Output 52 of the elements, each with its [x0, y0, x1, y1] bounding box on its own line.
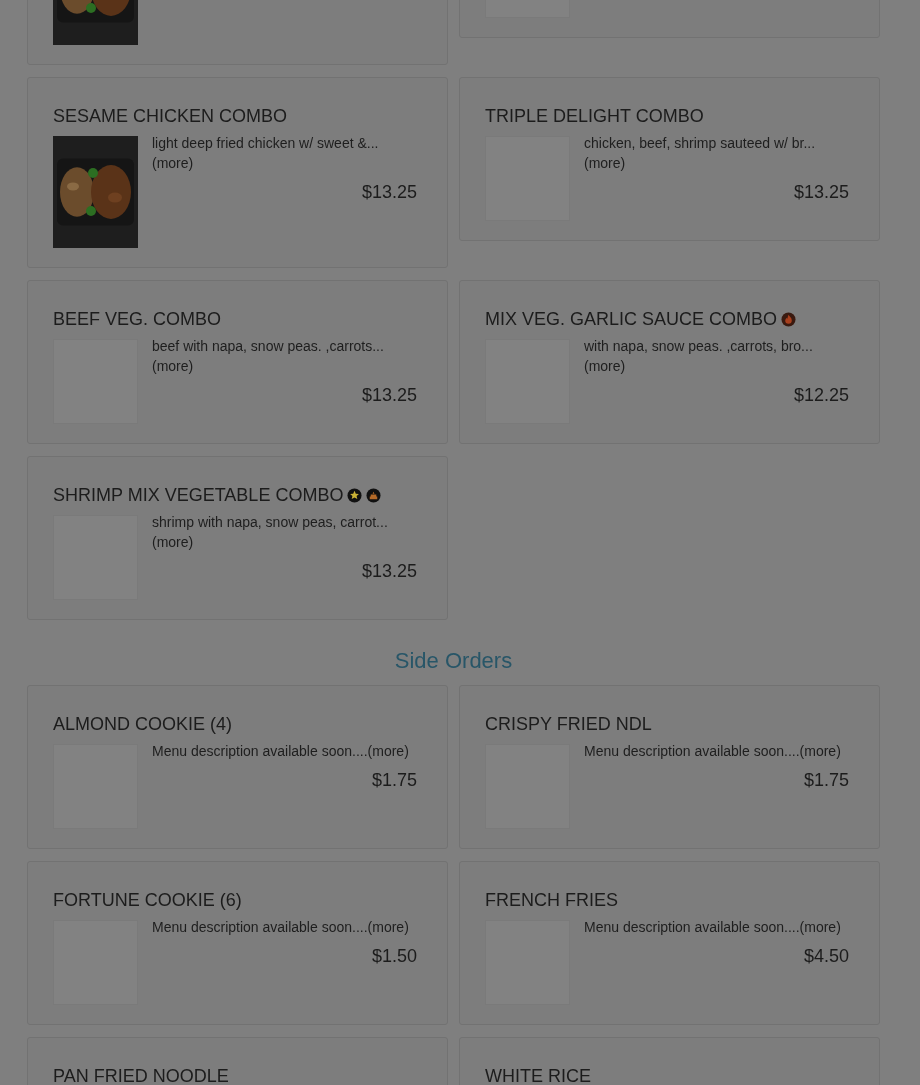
item-name: FRENCH FRIES — [485, 889, 618, 911]
item-description: shrimp with napa, snow peas, carrot... — [152, 514, 388, 530]
item-price: $1.75 — [371, 770, 417, 791]
item-price: $13.25 — [361, 182, 417, 203]
item-price: $4.50 — [803, 946, 849, 967]
item-name: PAN FRIED NOODLE — [53, 1065, 229, 1085]
more-link[interactable]: (more) — [799, 919, 841, 935]
more-link[interactable]: (more) — [152, 356, 194, 376]
more-link[interactable]: (more) — [367, 919, 409, 935]
item-name: FORTUNE COOKIE (6) — [53, 889, 242, 911]
item-name: CRISPY FRIED NDL — [485, 713, 652, 735]
more-link[interactable]: (more) — [799, 743, 841, 759]
item-description: light deep fried chicken w/ sweet &... — [152, 135, 379, 151]
menu-item-card[interactable]: MIX VEG. GARLIC SAUCE COMBO with napa, snow peas. ,carrots, bro... (more) $12.25 — [459, 280, 880, 444]
item-name: SHRIMP MIX VEGETABLE COMBO — [53, 484, 344, 506]
item-price: $13.25 — [361, 561, 417, 582]
item-name: TRIPLE DELIGHT COMBO — [485, 105, 704, 127]
menu-item-card[interactable]: TRIPLE DELIGHT COMBO chicken, beef, shrimp sauteed w/ br... (more) $13.25 — [459, 77, 880, 241]
item-name: SESAME CHICKEN COMBO — [53, 105, 288, 127]
more-link[interactable]: (more) — [152, 153, 194, 173]
menu-item-card[interactable]: ALMOND COOKIE (4) Menu description available soon....(more) $1.75 — [27, 685, 448, 849]
item-description: Menu description available soon.... — [584, 919, 800, 935]
item-price: $1.75 — [803, 770, 849, 791]
menu-item-card[interactable]: PAN FRIED NOODLE — [27, 1037, 448, 1085]
more-link[interactable]: (more) — [152, 532, 194, 552]
menu-item-card[interactable]: SESAME CHICKEN COMBO light deep fried chicken w/ sweet &... (more) $13.25 — [27, 77, 448, 268]
menu-item-card[interactable]: FORTUNE COOKIE (6) Menu description available soon....(more) $1.50 — [27, 861, 448, 1025]
item-description: Menu description available soon.... — [584, 743, 800, 759]
menu-item-card[interactable]: SHRIMP MIX VEGETABLE COMBO shrimp with napa, snow peas, carrot... (more) $13.25 — [27, 456, 448, 620]
more-link[interactable]: (more) — [584, 153, 626, 173]
cake-icon — [366, 487, 382, 503]
menu-item-card[interactable]: BEEF VEG. COMBO beef with napa, snow peas. ,carrots... (more) $13.25 — [27, 280, 448, 444]
item-description: chicken, beef, shrimp sauteed w/ br... — [584, 135, 816, 151]
item-name: MIX VEG. GARLIC SAUCE COMBO — [485, 308, 778, 330]
item-description: beef with napa, snow peas. ,carrots... — [152, 338, 384, 354]
menu-item-card[interactable]: WHITE RICE — [459, 1037, 880, 1085]
item-description: Menu description available soon.... — [152, 919, 368, 935]
item-name: ALMOND COOKIE (4) — [53, 713, 233, 735]
more-link[interactable]: (more) — [367, 743, 409, 759]
flame-icon — [781, 311, 797, 327]
item-price: $13.25 — [793, 182, 849, 203]
menu-item-card[interactable]: FRENCH FRIES Menu description available soon....(more) $4.50 — [459, 861, 880, 1025]
item-price: $1.50 — [371, 946, 417, 967]
section-title: Side Orders — [393, 648, 514, 674]
menu-item-card[interactable]: CRISPY FRIED NDL Menu description available soon....(more) $1.75 — [459, 685, 880, 849]
more-link[interactable]: (more) — [584, 356, 626, 376]
item-description: with napa, snow peas. ,carrots, bro... — [584, 338, 813, 354]
item-price: $13.25 — [361, 385, 417, 406]
item-name: BEEF VEG. COMBO — [53, 308, 222, 330]
item-price: $12.25 — [793, 385, 849, 406]
item-name: WHITE RICE — [485, 1065, 591, 1085]
item-description: Menu description available soon.... — [152, 743, 368, 759]
